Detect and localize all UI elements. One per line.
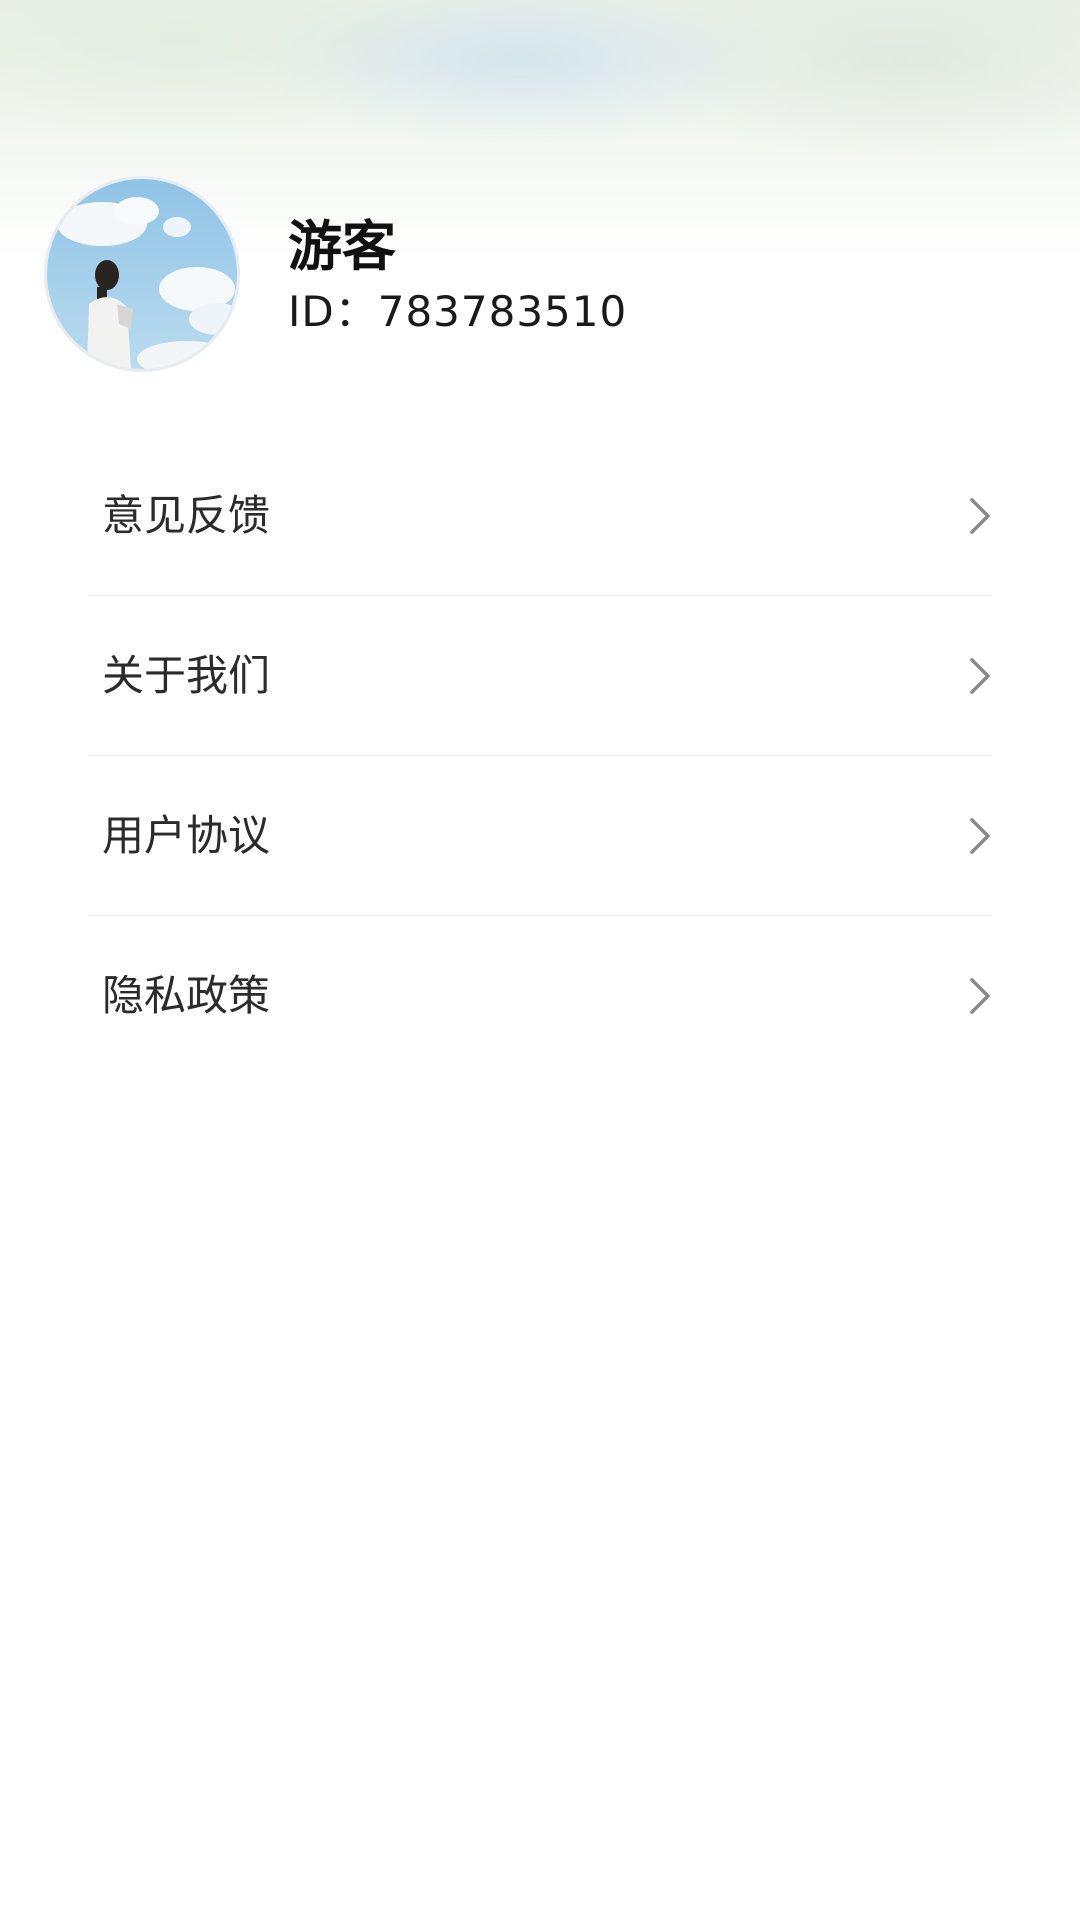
menu-item-label: 隐私政策 (102, 971, 271, 1020)
user-id: ID：783783510 (288, 287, 628, 336)
settings-menu: 意见反馈 关于我们 用户协议 隐私政策 (88, 436, 992, 1076)
menu-item-privacy-policy[interactable]: 隐私政策 (88, 916, 992, 1076)
chevron-right-icon (970, 818, 990, 854)
menu-item-label: 关于我们 (102, 651, 271, 700)
avatar[interactable] (44, 176, 240, 372)
menu-item-label: 用户协议 (102, 811, 271, 860)
menu-item-about-us[interactable]: 关于我们 (88, 596, 992, 756)
menu-item-user-agreement[interactable]: 用户协议 (88, 756, 992, 916)
chevron-right-icon (970, 658, 990, 694)
username: 游客 (288, 215, 396, 278)
menu-item-feedback[interactable]: 意见反馈 (88, 436, 992, 596)
avatar-photo (47, 179, 237, 369)
chevron-right-icon (970, 978, 990, 1014)
menu-item-label: 意见反馈 (102, 491, 271, 540)
chevron-right-icon (970, 498, 990, 534)
